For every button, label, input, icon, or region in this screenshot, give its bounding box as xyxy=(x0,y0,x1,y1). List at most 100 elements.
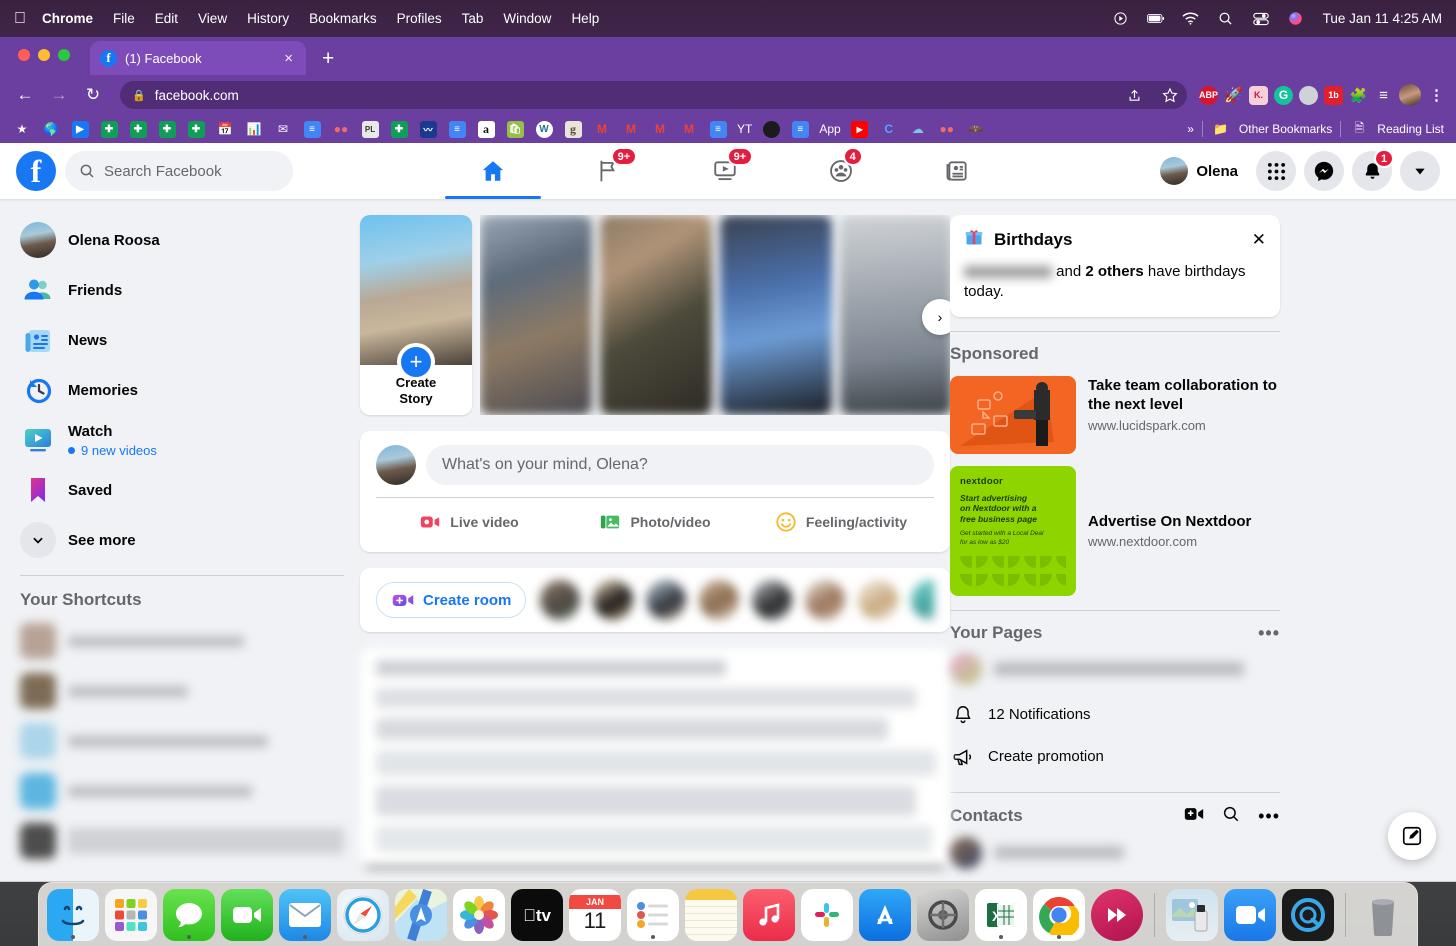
control-center-icon[interactable] xyxy=(1252,10,1270,28)
bookmark-star[interactable]: ★ xyxy=(12,120,32,138)
room-contact-avatar[interactable] xyxy=(752,580,793,620)
room-contact-avatar[interactable] xyxy=(593,580,634,620)
dock-item-app-store[interactable] xyxy=(859,888,911,941)
shortcut-item[interactable] xyxy=(12,816,352,866)
other-bookmarks-button[interactable]: Other Bookmarks xyxy=(1239,122,1332,136)
search-input[interactable]: Search Facebook xyxy=(65,151,293,191)
stories-next-arrow[interactable]: › xyxy=(922,299,950,335)
bookmark-asana[interactable]: ●● xyxy=(331,120,351,138)
bookmark-gmail-3[interactable]: M xyxy=(650,120,670,138)
story-thumb[interactable] xyxy=(600,215,712,415)
back-button[interactable]: ← xyxy=(10,80,40,110)
menu-bar-clock[interactable]: Tue Jan 11 4:25 AM xyxy=(1323,11,1442,26)
bookmark-dark[interactable] xyxy=(761,120,781,138)
room-contact-avatar[interactable] xyxy=(805,580,846,620)
menu-item-profiles[interactable]: Profiles xyxy=(397,11,442,26)
menu-item-edit[interactable]: Edit xyxy=(155,11,178,26)
maximize-window-button[interactable] xyxy=(58,49,70,61)
bookmark-sheets-3[interactable]: ✚ xyxy=(157,120,177,138)
dock-item-system-preferences[interactable] xyxy=(917,888,969,941)
honey-extension-icon[interactable]: 1b xyxy=(1324,85,1343,105)
bookmark-app-label[interactable]: App xyxy=(819,122,840,136)
bookmark-asana-2[interactable]: ●● xyxy=(937,120,957,138)
pages-options-icon[interactable]: ••• xyxy=(1258,623,1280,644)
sidebar-item-watch[interactable]: Watch 9 new videos xyxy=(12,415,352,465)
bookmark-calendar[interactable]: 📅 xyxy=(215,120,235,138)
sidebar-item-saved[interactable]: Saved xyxy=(12,465,352,515)
room-contact-avatar[interactable] xyxy=(540,580,581,620)
contacts-options-icon[interactable]: ••• xyxy=(1258,806,1280,827)
reading-list-button[interactable]: Reading List xyxy=(1377,122,1444,136)
feeling-activity-button[interactable]: Feeling/activity xyxy=(748,498,934,546)
search-icon[interactable] xyxy=(1222,805,1240,828)
sidebar-item-friends[interactable]: Friends xyxy=(12,265,352,315)
dock-item-apple-tv[interactable]: tv xyxy=(511,888,563,941)
dock-item-chrome[interactable] xyxy=(1033,888,1085,941)
dock-item-finder[interactable] xyxy=(47,888,99,941)
account-dropdown-button[interactable] xyxy=(1400,151,1440,191)
adblock-plus-extension-icon[interactable]: ABP xyxy=(1199,85,1218,105)
create-story-card[interactable]: + Create Story xyxy=(360,215,472,415)
close-tab-icon[interactable]: × xyxy=(281,50,296,67)
ad-nextdoor[interactable]: nextdoor Start advertising on Nextdoor w… xyxy=(950,465,1280,596)
bookmark-wave[interactable]: 〰 xyxy=(418,120,438,138)
bookmark-docs-4[interactable]: ≡ xyxy=(790,120,810,138)
close-icon[interactable]: ✕ xyxy=(1252,230,1266,250)
sidebar-item-profile[interactable]: Olena Roosa xyxy=(12,215,352,265)
puzzle-extensions-icon[interactable]: 🧩 xyxy=(1349,86,1368,105)
minimize-window-button[interactable] xyxy=(38,49,50,61)
tab-news[interactable] xyxy=(901,143,1013,199)
dock-item-trash[interactable] xyxy=(1357,889,1409,941)
story-thumb[interactable] xyxy=(720,215,832,415)
bookmark-sheets-1[interactable]: ✚ xyxy=(99,120,119,138)
page-create-promotion[interactable]: Create promotion xyxy=(950,736,1280,778)
keeper-extension-icon[interactable]: K. xyxy=(1249,85,1268,105)
wifi-icon[interactable] xyxy=(1182,10,1200,28)
menu-item-window[interactable]: Window xyxy=(503,11,551,26)
close-window-button[interactable] xyxy=(18,49,30,61)
dock-item-app-pink[interactable] xyxy=(1091,888,1143,941)
facebook-logo-icon[interactable]: f xyxy=(16,151,56,191)
shortcut-item[interactable] xyxy=(12,716,352,766)
composer-input[interactable]: What's on your mind, Olena? xyxy=(426,445,934,485)
dock-item-messages[interactable] xyxy=(163,888,215,941)
shortcut-item[interactable] xyxy=(12,766,352,816)
dock-item-zoom[interactable] xyxy=(1224,888,1276,941)
sidebar-item-news[interactable]: News xyxy=(12,315,352,365)
bookmark-video[interactable]: ▶ xyxy=(70,120,90,138)
menu-item-help[interactable]: Help xyxy=(571,11,599,26)
ad-lucidspark[interactable]: Take team collaboration to the next leve… xyxy=(950,375,1280,454)
sidebar-item-see-more[interactable]: See more xyxy=(12,515,352,565)
new-tab-button[interactable]: + xyxy=(322,48,334,69)
battery-icon[interactable] xyxy=(1146,10,1165,28)
chrome-menu-icon[interactable]: ⋮ xyxy=(1427,86,1446,105)
sidebar-item-memories[interactable]: Memories xyxy=(12,365,352,415)
bookmark-sheets-5[interactable]: ✚ xyxy=(389,120,409,138)
dock-item-maps[interactable] xyxy=(395,888,447,941)
shortcut-item[interactable] xyxy=(12,616,352,666)
bookmark-gmail-4[interactable]: M xyxy=(679,120,699,138)
grammarly-extension-icon[interactable]: G xyxy=(1274,85,1293,105)
bookmark-owl[interactable]: 🦇 xyxy=(966,120,986,138)
browser-tab-facebook[interactable]: f (1) Facebook × xyxy=(90,41,306,75)
siri-icon[interactable] xyxy=(1287,10,1305,28)
contact-row[interactable] xyxy=(950,828,1280,878)
bookmark-mail[interactable]: ✉ xyxy=(273,120,293,138)
dock-item-calendar[interactable]: JAN 11 xyxy=(569,888,621,941)
tab-groups[interactable]: 4 xyxy=(785,143,897,199)
bookmark-docs-2[interactable]: ≡ xyxy=(447,120,467,138)
apple-menu-icon[interactable]:  xyxy=(14,10,26,27)
dock-item-mail[interactable] xyxy=(279,888,331,941)
bookmark-sheets-4[interactable]: ✚ xyxy=(186,120,206,138)
share-icon[interactable] xyxy=(1121,82,1147,108)
menu-item-file[interactable]: File xyxy=(113,11,135,26)
bookmark-gmail-2[interactable]: M xyxy=(621,120,641,138)
room-contact-avatar[interactable] xyxy=(858,580,899,620)
rocket-extension-icon[interactable]: 🚀 xyxy=(1224,86,1243,105)
dock-item-music[interactable] xyxy=(743,888,795,941)
dock-item-notes[interactable] xyxy=(685,888,737,941)
create-room-button[interactable]: Create room xyxy=(376,582,527,618)
tab-pages[interactable]: 9+ xyxy=(553,143,665,199)
header-profile-button[interactable]: Olena xyxy=(1156,153,1248,189)
menu-app-name[interactable]: Chrome xyxy=(42,11,93,26)
